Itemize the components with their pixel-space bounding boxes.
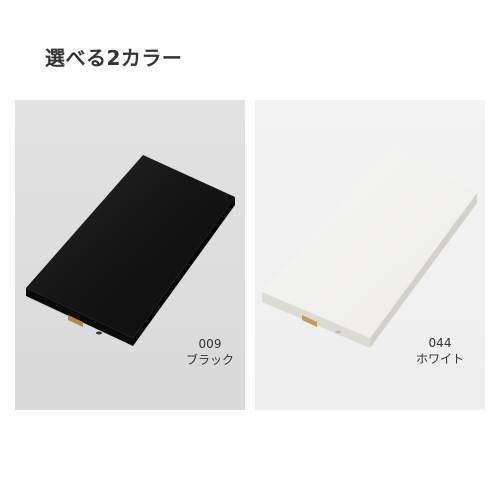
micro-usb-port-icon [96,331,102,335]
color-name: ホワイト [415,352,464,366]
micro-usb-port-icon [335,330,341,334]
color-option-white: 044 ホワイト [255,100,485,410]
color-option-black: 009 ブラック [15,100,245,410]
page-title: 選べる2カラー [45,46,183,70]
color-code: 009 [198,337,222,351]
color-name: ブラック [185,353,234,367]
color-code: 044 [428,336,452,350]
